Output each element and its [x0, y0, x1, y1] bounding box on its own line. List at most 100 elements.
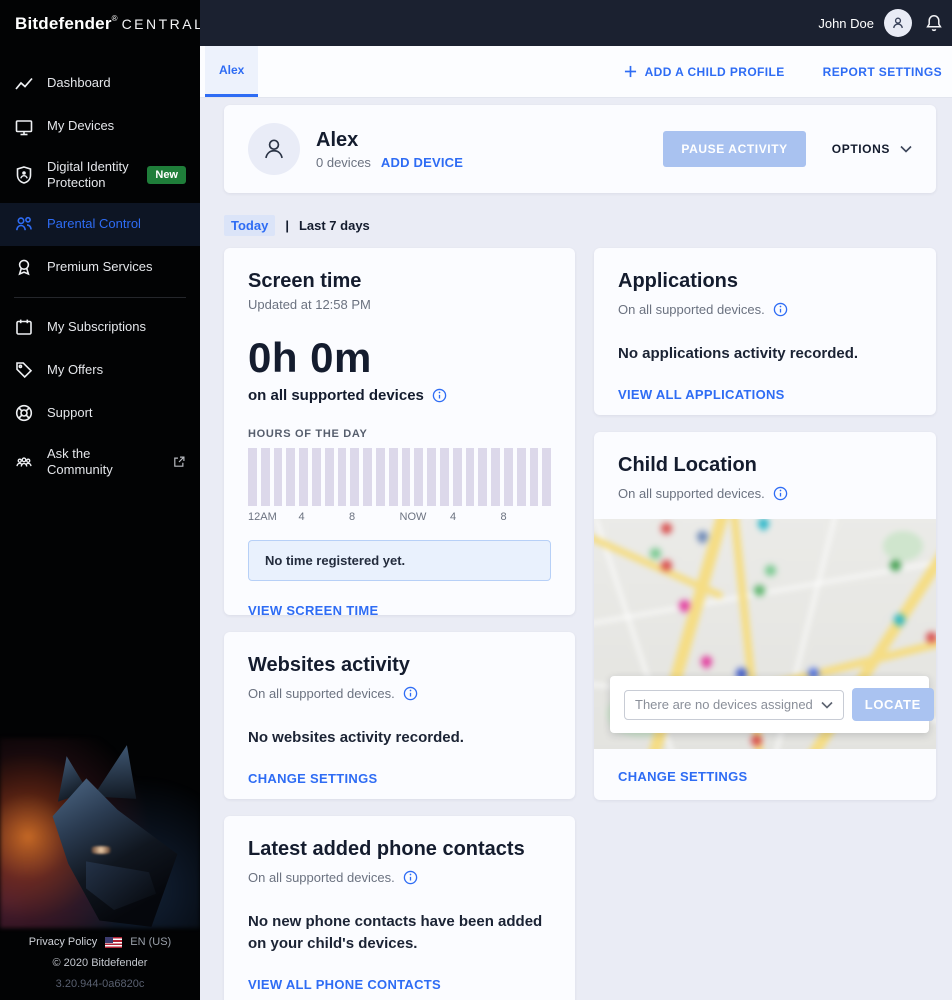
hour-bar	[273, 448, 283, 506]
period-last7-button[interactable]: Last 7 days	[299, 218, 370, 233]
child-location-card: Child Location On all supported devices.	[594, 432, 936, 800]
pause-activity-button[interactable]: PAUSE ACTIVITY	[663, 131, 806, 167]
locate-panel: There are no devices assigned LOCATE	[610, 676, 934, 733]
notifications-bell-icon[interactable]	[924, 13, 944, 33]
screen-time-total: 0h 0m	[248, 334, 372, 381]
sidebar-item-digital-identity-protection[interactable]: Digital Identity Protection New	[0, 148, 200, 203]
sidebar-item-label: Digital Identity Protection	[47, 159, 129, 191]
device-count: 0 devices	[316, 154, 371, 170]
period-toggle: Today | Last 7 days	[224, 215, 936, 236]
device-select[interactable]: There are no devices assigned	[624, 689, 844, 720]
sidebar-item-label: Parental Control	[47, 215, 141, 231]
bitdefender-logo: Bitdefender® CENTRAL	[0, 0, 200, 34]
location-map: There are no devices assigned LOCATE	[594, 519, 936, 749]
contacts-scope: On all supported devices.	[248, 870, 395, 885]
applications-card: Applications On all supported devices. N…	[594, 248, 936, 415]
sidebar-item-parental-control[interactable]: Parental Control	[0, 202, 200, 246]
sidebar-item-my-offers[interactable]: My Offers	[0, 349, 200, 392]
add-child-profile-button[interactable]: ADD A CHILD PROFILE	[624, 65, 785, 79]
sidebar-item-label: My Offers	[47, 361, 104, 377]
sidebar-item-premium-services[interactable]: Premium Services	[0, 246, 200, 289]
screen-time-axis: 12AM 4 8 NOW 4 8	[248, 511, 551, 527]
hour-bar	[299, 448, 308, 506]
sidebar-item-ask-the-community[interactable]: Ask the Community	[0, 435, 200, 490]
us-flag-icon[interactable]	[105, 936, 123, 948]
sidebar-item-label: My Subscriptions	[47, 318, 146, 334]
report-settings-label: REPORT SETTINGS	[822, 64, 942, 79]
sidebar-item-dashboard[interactable]: Dashboard	[0, 62, 200, 105]
map-pin	[754, 584, 766, 596]
add-device-link[interactable]: ADD DEVICE	[381, 155, 463, 170]
user-name: John Doe	[818, 15, 874, 31]
sidebar-item-my-subscriptions[interactable]: My Subscriptions	[0, 306, 200, 349]
options-dropdown[interactable]: OPTIONS	[832, 142, 912, 156]
screen-time-card: Screen time Updated at 12:58 PM 0h 0m on…	[224, 248, 575, 615]
websites-change-settings-link[interactable]: CHANGE SETTINGS	[248, 771, 551, 786]
axis-tick: 12AM	[248, 511, 277, 523]
map-pin	[755, 519, 772, 532]
screen-time-scope: on all supported devices	[248, 387, 424, 404]
child-name: Alex	[316, 128, 359, 151]
screen-time-bars	[248, 448, 552, 506]
main-area: John Doe Alex ADD A CHILD PROFILE REPORT…	[200, 0, 952, 1000]
phone-contacts-card: Latest added phone contacts On all suppo…	[224, 816, 575, 1000]
tag-icon	[14, 360, 34, 380]
options-label: OPTIONS	[831, 142, 890, 156]
info-icon[interactable]	[432, 388, 447, 403]
sidebar-item-label: My Devices	[47, 118, 115, 134]
applications-message: No applications activity recorded.	[618, 345, 859, 362]
axis-tick: 4	[298, 511, 305, 523]
community-icon	[14, 452, 34, 472]
axis-tick: NOW	[399, 511, 427, 523]
applications-scope: On all supported devices.	[618, 302, 765, 317]
hour-bar	[542, 448, 552, 506]
add-child-profile-label: ADD A CHILD PROFILE	[644, 64, 785, 79]
content-area: Alex 0 devices ADD DEVICE PAUSE ACTIVITY…	[200, 98, 952, 1000]
sidebar-item-my-devices[interactable]: My Devices	[0, 105, 200, 148]
medal-icon	[14, 257, 34, 277]
hour-bar	[503, 448, 513, 506]
sidebar-item-support[interactable]: Support	[0, 392, 200, 435]
profile-tabbar: Alex ADD A CHILD PROFILE REPORT SETTINGS	[200, 46, 952, 98]
sidebar-nav: Dashboard My Devices Digital Identity Pr…	[0, 62, 200, 489]
locate-button[interactable]: LOCATE	[851, 688, 934, 721]
info-icon[interactable]	[773, 486, 788, 501]
child-location-scope: On all supported devices.	[618, 486, 765, 501]
info-icon[interactable]	[403, 870, 418, 885]
user-avatar[interactable]	[884, 9, 912, 37]
info-icon[interactable]	[773, 302, 788, 317]
sidebar-item-label: Support	[47, 404, 93, 420]
child-avatar	[248, 123, 300, 175]
logo-suffix: CENTRAL	[121, 16, 200, 32]
hour-bar	[260, 448, 270, 506]
hour-bar	[388, 448, 398, 506]
period-today-button[interactable]: Today	[224, 215, 276, 236]
contacts-title: Latest added phone contacts	[248, 838, 525, 860]
app-window: Bitdefender® CENTRAL Dashboard My Devices	[0, 0, 952, 1000]
view-all-applications-link[interactable]: VIEW ALL APPLICATIONS	[618, 387, 912, 402]
websites-activity-card: Websites activity On all supported devic…	[224, 632, 575, 799]
user-menu[interactable]: John Doe	[818, 9, 912, 37]
hour-bar	[439, 448, 449, 506]
hour-bar	[363, 448, 372, 506]
location-change-settings-link[interactable]: CHANGE SETTINGS	[618, 769, 912, 784]
axis-tick: 8	[349, 511, 356, 523]
report-settings-button[interactable]: REPORT SETTINGS	[823, 65, 942, 79]
hour-bar	[529, 448, 539, 506]
topbar: John Doe	[200, 0, 952, 46]
map-pin	[698, 653, 714, 670]
view-all-phone-contacts-link[interactable]: VIEW ALL PHONE CONTACTS	[248, 977, 551, 992]
language-selector[interactable]: EN (US)	[130, 936, 171, 948]
tab-alex[interactable]: Alex	[205, 46, 259, 97]
privacy-policy-link[interactable]: Privacy Policy	[29, 936, 97, 948]
info-icon[interactable]	[403, 686, 418, 701]
axis-tick: 8	[500, 511, 507, 523]
version-text: 3.20.944-0a6820c	[55, 978, 145, 990]
view-screen-time-link[interactable]: VIEW SCREEN TIME	[248, 603, 551, 615]
map-pin	[650, 547, 662, 559]
sidebar-divider	[14, 296, 186, 298]
hour-bar	[516, 448, 526, 506]
websites-title: Websites activity	[248, 654, 410, 676]
hour-bar	[311, 448, 321, 506]
identity-shield-icon	[14, 165, 34, 185]
